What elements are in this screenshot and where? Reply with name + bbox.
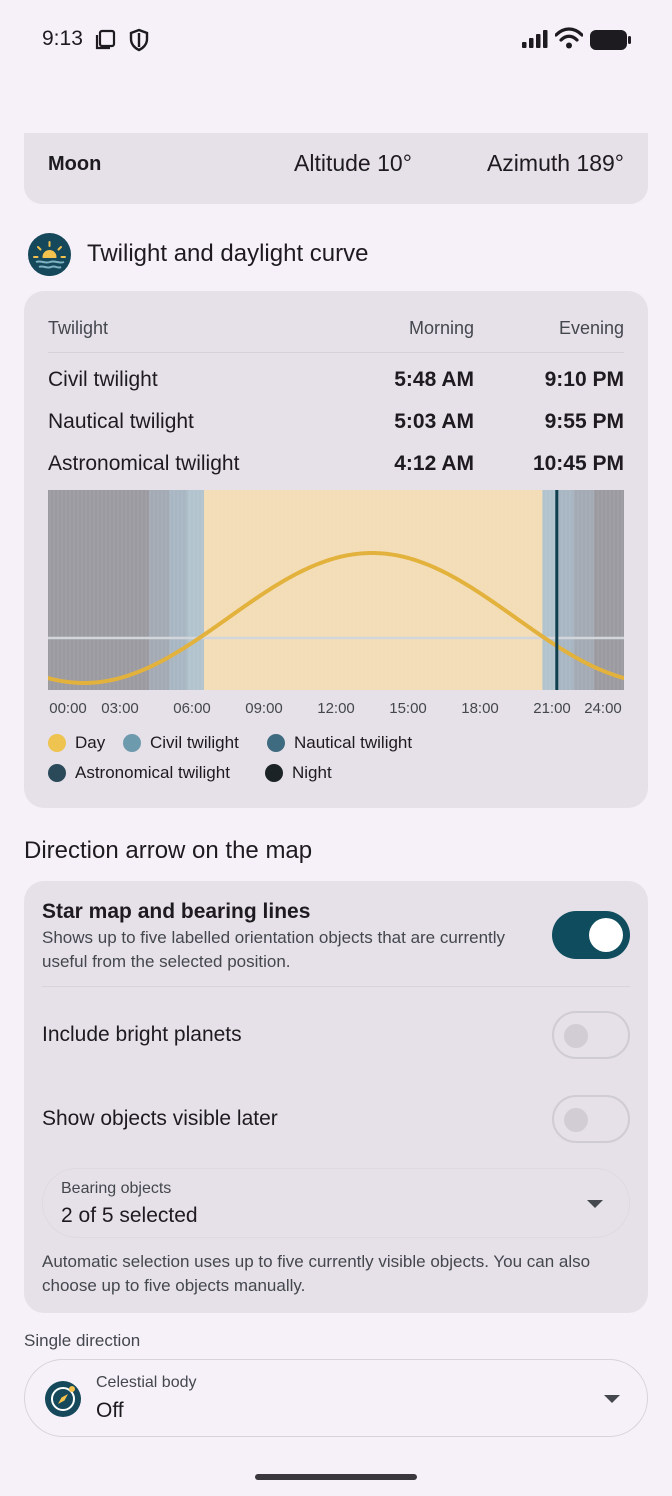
civil-twilight-morning: 5:48 AM — [394, 368, 474, 391]
legend-item-astronomical: Astronomical twilight — [48, 763, 230, 783]
shield-icon — [128, 28, 150, 57]
x-tick-label: 24:00 — [584, 700, 622, 717]
legend-item-nautical: Nautical twilight — [267, 733, 412, 753]
twilight-section-title: Twilight and daylight curve — [87, 240, 369, 267]
civil-twilight-evening: 9:10 PM — [544, 368, 624, 391]
legend-dot-day — [48, 734, 66, 752]
twilight-header-evening: Evening — [558, 318, 624, 338]
star-map-title: Star map and bearing lines — [42, 900, 311, 923]
compass-icon — [45, 1381, 81, 1417]
legend-label-day: Day — [75, 733, 106, 752]
celestial-body-value: Off — [96, 1399, 124, 1422]
divider — [42, 986, 630, 987]
twilight-card: Twilight Morning Evening Civil twilight … — [24, 291, 648, 808]
legend-dot-nautical — [267, 734, 285, 752]
signal-icon — [521, 29, 549, 54]
single-direction-label: Single direction — [24, 1331, 141, 1350]
sunrise-icon — [28, 233, 71, 276]
direction-section-title: Direction arrow on the map — [24, 837, 313, 864]
moon-card: Moon Altitude 10° Azimuth 189° — [24, 133, 648, 204]
moon-azimuth: Azimuth 189° — [486, 150, 624, 176]
battery-icon — [590, 30, 632, 55]
twilight-header-name: Twilight — [48, 318, 109, 338]
toggle-knob — [564, 1024, 588, 1048]
chart-band-day — [204, 490, 543, 690]
legend-label-astronomical: Astronomical twilight — [75, 763, 230, 782]
legend-label-nautical: Nautical twilight — [294, 733, 413, 752]
include-planets-label: Include bright planets — [42, 1023, 242, 1046]
x-tick-label: 00:00 — [49, 700, 87, 717]
moon-altitude: Altitude 10° — [294, 150, 412, 176]
nautical-twilight-morning: 5:03 AM — [394, 410, 474, 433]
legend-dot-civil — [123, 734, 141, 752]
legend-label-night: Night — [292, 763, 332, 782]
x-tick-label: 09:00 — [245, 700, 283, 717]
x-tick-label: 21:00 — [533, 700, 571, 717]
celestial-body-label: Celestial body — [96, 1374, 197, 1391]
legend-dot-night — [265, 764, 283, 782]
nautical-twilight-label: Nautical twilight — [48, 410, 194, 433]
moon-label: Moon — [48, 153, 102, 175]
x-tick-label: 15:00 — [389, 700, 427, 717]
wifi-icon — [554, 27, 584, 54]
legend-item-night: Night — [265, 763, 332, 783]
x-tick-label: 18:00 — [461, 700, 499, 717]
toggle-knob — [564, 1108, 588, 1132]
status-bar: 9:13 — [0, 0, 672, 80]
bearing-objects-select[interactable]: Bearing objects 2 of 5 selected — [42, 1168, 630, 1238]
automatic-selection-note: Automatic selection uses up to five curr… — [42, 1252, 591, 1295]
civil-twilight-label: Civil twilight — [48, 368, 158, 391]
bearing-objects-value: 2 of 5 selected — [61, 1204, 198, 1227]
screen: 9:13 Moon Altitude 10° Azimuth 189° Twil… — [0, 0, 672, 1496]
home-indicator[interactable] — [255, 1474, 417, 1480]
celestial-body-select[interactable]: Celestial body Off — [24, 1359, 648, 1437]
star-map-toggle[interactable] — [552, 911, 630, 959]
status-time: 9:13 — [42, 27, 83, 50]
direction-card: Star map and bearing lines Shows up to f… — [24, 881, 648, 1313]
x-tick-label: 06:00 — [173, 700, 211, 717]
twilight-chart — [48, 490, 624, 690]
table-divider — [48, 352, 624, 353]
x-tick-label: 12:00 — [317, 700, 355, 717]
show-later-label: Show objects visible later — [42, 1107, 278, 1130]
legend-item-civil: Civil twilight — [123, 733, 239, 753]
chart-band-nautical-twilight — [556, 490, 575, 690]
x-tick-label: 03:00 — [101, 700, 139, 717]
astronomical-twilight-morning: 4:12 AM — [394, 452, 474, 475]
show-later-toggle[interactable] — [552, 1095, 630, 1143]
legend-dot-astronomical — [48, 764, 66, 782]
dropdown-arrow-icon — [587, 1200, 603, 1208]
astronomical-twilight-label: Astronomical twilight — [48, 452, 240, 475]
bearing-objects-label: Bearing objects — [61, 1180, 172, 1197]
include-planets-toggle[interactable] — [552, 1011, 630, 1059]
nautical-twilight-evening: 9:55 PM — [544, 410, 624, 433]
star-map-description: Shows up to five labelled orientation ob… — [42, 928, 506, 971]
toggle-knob — [589, 918, 623, 952]
astronomical-twilight-evening: 10:45 PM — [532, 452, 624, 475]
twilight-header-morning: Morning — [408, 318, 474, 338]
dropdown-arrow-icon — [604, 1395, 620, 1403]
legend-label-civil: Civil twilight — [150, 733, 239, 752]
legend-item-day: Day — [48, 733, 105, 753]
screenshot-icon — [95, 29, 117, 56]
